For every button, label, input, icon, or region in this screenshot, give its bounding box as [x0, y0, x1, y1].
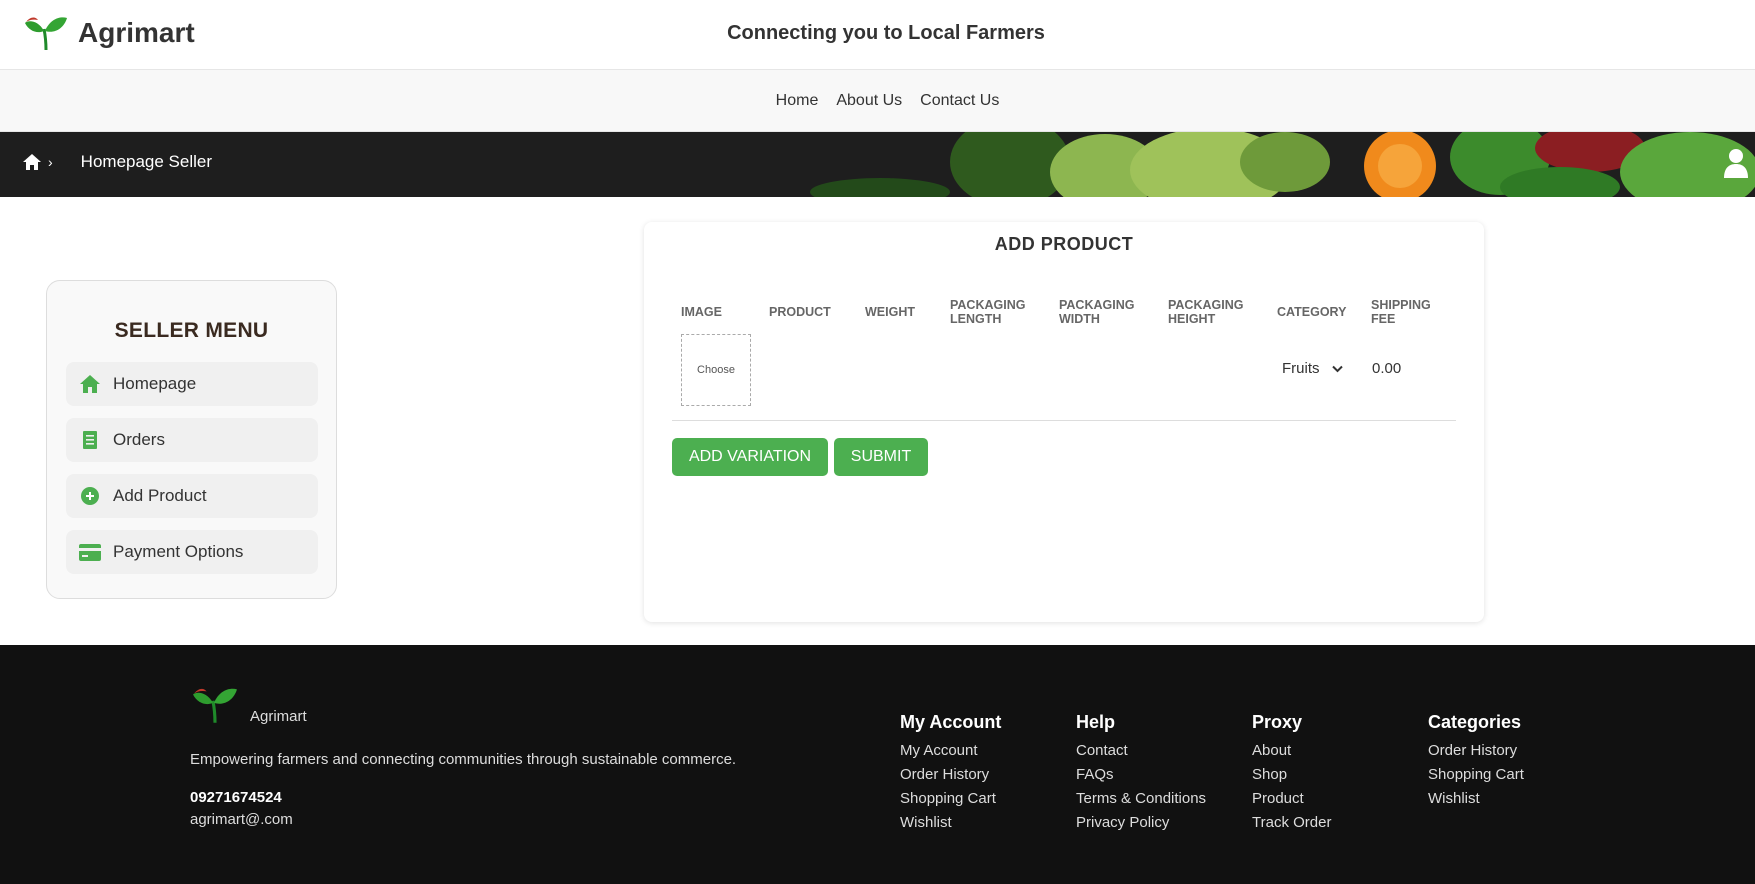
footer-link[interactable]: My Account — [900, 739, 1001, 763]
footer-link[interactable]: Order History — [900, 763, 1001, 787]
choose-image-button[interactable]: Choose — [681, 334, 751, 406]
category-select[interactable]: Fruits — [1282, 360, 1343, 377]
user-icon — [1724, 149, 1748, 178]
seller-menu-label: Add Product — [113, 486, 207, 505]
footer-brand-name: Agrimart — [250, 708, 307, 725]
footer-link[interactable]: Order History — [1428, 739, 1524, 763]
footer-link[interactable]: Shopping Cart — [1428, 763, 1524, 787]
footer-description: Empowering farmers and connecting commun… — [190, 751, 737, 768]
category-select-value: Fruits — [1282, 360, 1320, 377]
credit-card-icon — [79, 541, 101, 563]
column-header-image: IMAGE — [681, 305, 722, 319]
add-product-card: ADD PRODUCT IMAGE PRODUCT WEIGHT PACKAGI… — [644, 222, 1484, 622]
user-account-button[interactable] — [1723, 147, 1749, 184]
seller-menu-label: Homepage — [113, 374, 197, 393]
sprout-logo-icon — [193, 688, 237, 723]
footer-link[interactable]: About — [1252, 739, 1331, 763]
footer-link[interactable]: Product — [1252, 787, 1331, 811]
footer-phone: 09271674524 — [190, 789, 282, 806]
breadcrumb: › Homepage Seller — [22, 152, 212, 172]
column-header-weight: WEIGHT — [865, 305, 915, 319]
footer-link[interactable]: Track Order — [1252, 811, 1331, 835]
top-header: Agrimart Connecting you to Local Farmers — [0, 0, 1755, 70]
footer-column-help: Help Contact FAQs Terms & Conditions Pri… — [1076, 712, 1206, 835]
column-header-shipping-fee: SHIPPING FEE — [1371, 298, 1431, 326]
seller-menu-label: Orders — [113, 430, 165, 449]
submit-button[interactable]: SUBMIT — [834, 438, 928, 476]
footer-link[interactable]: Contact — [1076, 739, 1206, 763]
footer-link[interactable]: Shopping Cart — [900, 787, 1001, 811]
nav-contact-link[interactable]: Contact Us — [920, 92, 999, 110]
footer-link[interactable]: Wishlist — [900, 811, 1001, 835]
seller-menu-item-add-product[interactable]: Add Product — [66, 474, 318, 518]
chevron-down-icon — [1331, 365, 1343, 372]
home-icon[interactable] — [22, 153, 42, 171]
nav-home-link[interactable]: Home — [776, 92, 819, 110]
main-nav: Home About Us Contact Us — [0, 70, 1755, 132]
breadcrumb-current: Homepage Seller — [80, 152, 213, 171]
footer-column-categories: Categories Order History Shopping Cart W… — [1428, 712, 1524, 811]
column-header-category: CATEGORY — [1277, 305, 1347, 319]
footer-link[interactable]: Wishlist — [1428, 787, 1524, 811]
home-icon — [79, 373, 101, 395]
seller-menu-panel: SELLER MENU Homepage Orders Add Product … — [46, 280, 337, 599]
footer-column-my-account: My Account My Account Order History Shop… — [900, 712, 1001, 835]
footer-column-title: Categories — [1428, 712, 1522, 732]
site-footer: Agrimart Empowering farmers and connecti… — [0, 645, 1755, 884]
add-product-title: ADD PRODUCT — [994, 234, 1134, 254]
add-variation-button[interactable]: ADD VARIATION — [672, 438, 828, 476]
column-header-packaging-height: PACKAGING HEIGHT — [1168, 298, 1244, 326]
shipping-fee-value: 0.00 — [1372, 360, 1402, 377]
footer-link[interactable]: Privacy Policy — [1076, 811, 1206, 835]
seller-menu-label: Payment Options — [113, 542, 244, 561]
header-tagline: Connecting you to Local Farmers — [727, 22, 1045, 44]
footer-link[interactable]: FAQs — [1076, 763, 1206, 787]
footer-link[interactable]: Terms & Conditions — [1076, 787, 1206, 811]
seller-menu-title: SELLER MENU — [114, 319, 269, 342]
plus-circle-icon — [79, 485, 101, 507]
table-row-divider — [672, 420, 1456, 421]
seller-menu-item-homepage[interactable]: Homepage — [66, 362, 318, 406]
vegetables-banner-image — [0, 132, 1755, 197]
breadcrumb-separator: › — [48, 154, 53, 170]
footer-column-title: Proxy — [1252, 712, 1303, 732]
footer-email: agrimart@.com — [190, 811, 293, 828]
hero-banner: › Homepage Seller — [0, 132, 1755, 197]
seller-menu-item-orders[interactable]: Orders — [66, 418, 318, 462]
footer-link[interactable]: Shop — [1252, 763, 1331, 787]
footer-column-proxy: Proxy About Shop Product Track Order — [1252, 712, 1331, 835]
receipt-icon — [79, 429, 101, 451]
nav-about-link[interactable]: About Us — [836, 92, 902, 110]
column-header-packaging-length: PACKAGING LENGTH — [950, 298, 1026, 326]
seller-menu-item-payment-options[interactable]: Payment Options — [66, 530, 318, 574]
column-header-product: PRODUCT — [769, 305, 831, 319]
column-header-packaging-width: PACKAGING WIDTH — [1059, 298, 1135, 326]
footer-column-title: Help — [1076, 712, 1116, 732]
footer-brand: Agrimart — [192, 685, 307, 725]
footer-column-title: My Account — [900, 712, 1002, 732]
